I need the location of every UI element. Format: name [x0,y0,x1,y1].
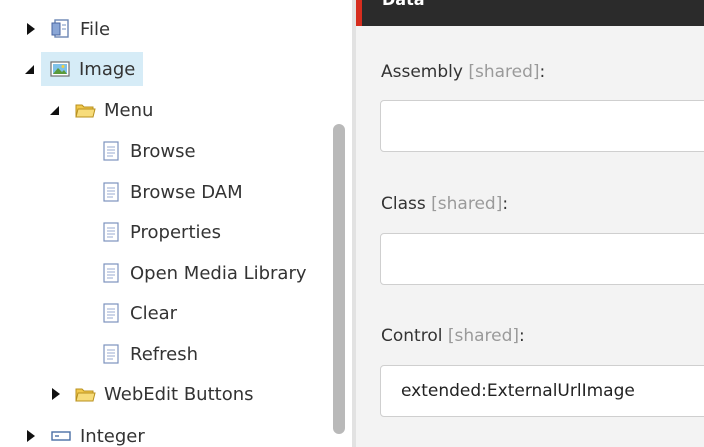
image-icon [49,58,71,80]
tree-item-label: Browse DAM [130,181,243,203]
shared-tag: [shared] [431,194,503,214]
field-name: Control [381,326,443,346]
field-colon: : [519,326,525,346]
file-template-icon [50,18,72,40]
folder-icon [74,383,96,405]
folder-icon [74,99,96,121]
tree-scrollbar[interactable] [333,124,345,434]
tree-item-label: Browse [130,140,196,162]
collapse-arrow-icon[interactable] [47,103,61,117]
document-icon [100,343,122,365]
document-icon [100,262,122,284]
tree-item-properties[interactable]: Properties [0,215,229,249]
document-icon [100,302,122,324]
tree-item-label: File [80,18,111,40]
tree-item-browse[interactable]: Browse [0,134,204,168]
tree-item-label: Menu [104,99,154,121]
tree-item-label: WebEdit Buttons [104,383,254,405]
document-icon [100,181,122,203]
tree-item-browse-dam[interactable]: Browse DAM [0,175,251,209]
tree-item-refresh[interactable]: Refresh [0,337,206,371]
section-accent [356,0,362,26]
tree-item-label: Open Media Library [130,262,307,284]
tree-item-open-media-library[interactable]: Open Media Library [0,256,315,290]
field-colon: : [502,194,509,214]
assembly-input[interactable] [380,100,704,152]
class-label: Class [shared]: [381,194,508,214]
document-icon [100,221,122,243]
tree-item-label: Properties [130,221,221,243]
field-name: Assembly [381,62,463,82]
tree-item-file[interactable]: File [0,12,118,46]
field-editor-panel: Data Assembly [shared]: Class [shared]: … [356,0,704,447]
expand-arrow-icon[interactable] [24,429,38,443]
tree-item-integer[interactable]: Integer [0,419,153,447]
section-header[interactable]: Data [356,0,704,26]
tree-item-label: Refresh [130,343,198,365]
expand-arrow-icon[interactable] [49,387,63,401]
tree-item-label: Integer [80,425,145,447]
integer-field-icon [50,425,72,447]
tree-item-label: Clear [130,302,178,324]
class-input[interactable] [380,233,704,285]
field-name: Class [381,194,426,214]
expand-arrow-icon[interactable] [24,22,38,36]
shared-tag: [shared] [468,62,540,82]
document-icon [100,140,122,162]
tree-item-menu[interactable]: Menu [0,93,161,127]
tree-item-label: Image [79,58,136,80]
tree-item-webedit-buttons[interactable]: WebEdit Buttons [0,377,262,411]
assembly-label: Assembly [shared]: [381,62,545,82]
tree-item-image[interactable]: Image [0,52,143,86]
tree-item-clear[interactable]: Clear [0,296,185,330]
field-colon: : [539,62,546,82]
collapse-arrow-icon[interactable] [22,62,36,76]
shared-tag: [shared] [447,326,520,346]
content-tree: File Image Menu Browse Browse DAM Proper… [0,0,352,447]
section-title: Data [382,0,425,9]
control-label: Control [shared]: [381,326,525,346]
control-input[interactable]: extended:ExternalUrlImage [380,365,704,417]
